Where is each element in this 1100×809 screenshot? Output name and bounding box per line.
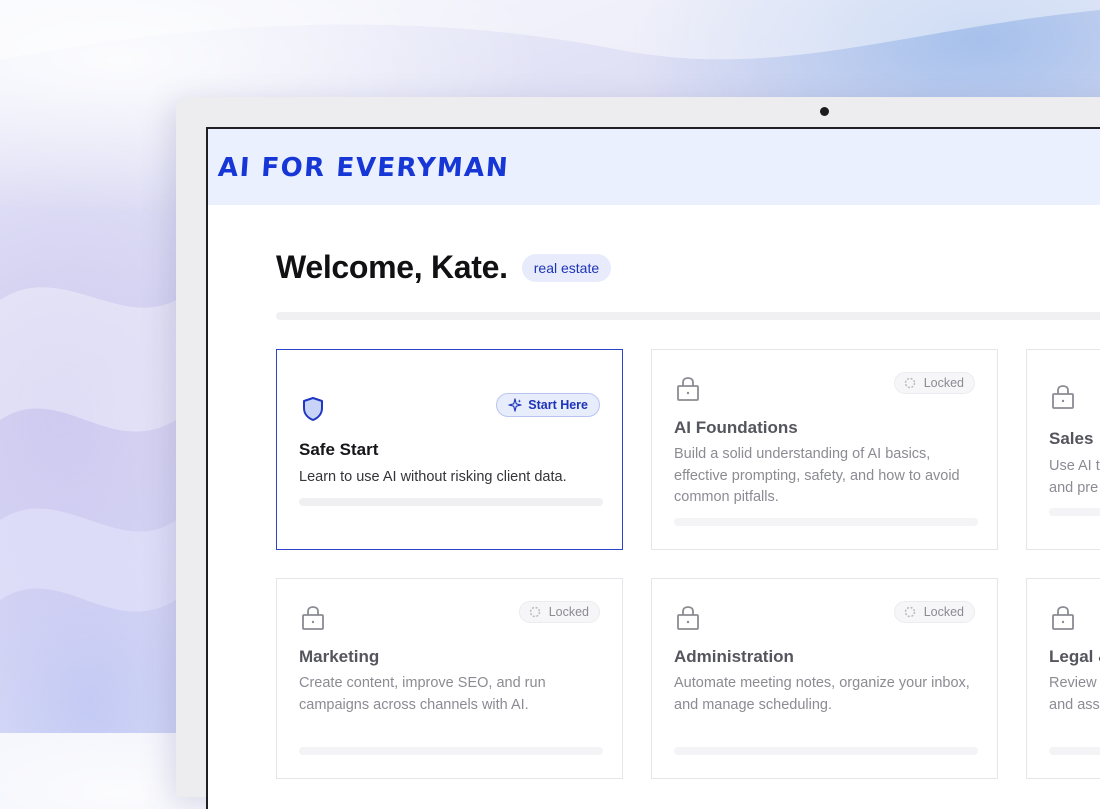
- lock-icon: [1052, 385, 1074, 409]
- module-card-marketing[interactable]: Locked Marketing Create content, improve…: [276, 578, 623, 779]
- laptop-frame: AI FOR EVERYMAN Welcome, Kate. real esta…: [176, 97, 1100, 809]
- module-progress-bar: [1049, 508, 1100, 516]
- page-title: Welcome, Kate.: [276, 249, 508, 285]
- overall-progress-bar: [276, 312, 1100, 320]
- locked-badge: Locked: [893, 601, 975, 623]
- module-description: Create content, improve SEO, and run cam…: [299, 675, 546, 713]
- module-progress-bar: [674, 747, 978, 755]
- module-title: Sales: [1049, 429, 1094, 448]
- loading-icon: [904, 377, 915, 389]
- industry-badge: real estate: [521, 253, 612, 282]
- loading-icon: [529, 606, 540, 618]
- locked-badge: Locked: [518, 601, 600, 623]
- module-description: Automate meeting notes, organize your in…: [674, 675, 970, 713]
- module-card-legal[interactable]: Legal & Review and ass: [1026, 578, 1100, 779]
- module-title: Safe Start: [299, 440, 379, 459]
- app-window: AI FOR EVERYMAN Welcome, Kate. real esta…: [206, 127, 1100, 809]
- module-title: Marketing: [299, 647, 380, 666]
- camera-dot: [820, 107, 829, 116]
- locked-label: Locked: [923, 605, 964, 619]
- lock-icon: [302, 606, 324, 630]
- module-title: AI Foundations: [674, 418, 798, 437]
- module-description: Build a solid understanding of AI basics…: [674, 446, 960, 505]
- lock-icon: [1052, 606, 1074, 630]
- locked-label: Locked: [923, 376, 964, 390]
- module-progress-bar: [1049, 747, 1100, 755]
- module-description: Use AI t and pre: [1049, 456, 1100, 499]
- module-description-line: and pre: [1049, 479, 1099, 496]
- app-logo[interactable]: AI FOR EVERYMAN: [217, 153, 510, 183]
- module-progress-bar: [674, 518, 978, 526]
- module-description-line: Review: [1049, 675, 1097, 691]
- start-here-badge[interactable]: Start Here: [496, 393, 600, 417]
- locked-label: Locked: [548, 605, 589, 619]
- module-description: Learn to use AI without risking client d…: [299, 469, 567, 485]
- app-header: AI FOR EVERYMAN: [208, 129, 1100, 205]
- module-progress-bar: [299, 498, 603, 506]
- module-description: Review and ass: [1049, 673, 1100, 716]
- dashboard: Welcome, Kate. real estate: [208, 249, 1100, 320]
- module-card-safe-start[interactable]: Start Here Safe Start Learn to use AI wi…: [276, 349, 623, 550]
- loading-icon: [904, 606, 915, 618]
- module-card-sales[interactable]: Sales Use AI t and pre: [1026, 349, 1100, 550]
- module-progress-bar: [299, 747, 603, 755]
- module-title: Administration: [674, 647, 794, 666]
- shield-icon: [303, 397, 323, 421]
- locked-badge: Locked: [893, 372, 975, 394]
- sparkle-icon: [508, 398, 522, 412]
- welcome-row: Welcome, Kate. real estate: [276, 249, 1100, 286]
- module-card-ai-foundations[interactable]: Locked AI Foundations Build a solid unde…: [651, 349, 998, 550]
- start-here-label: Start Here: [528, 398, 588, 412]
- lock-icon: [677, 606, 699, 630]
- module-title: Legal &: [1049, 647, 1100, 666]
- module-description-line: Use AI t: [1049, 458, 1100, 474]
- module-description-line: and ass: [1049, 696, 1100, 713]
- lock-icon: [677, 377, 699, 401]
- module-card-administration[interactable]: Locked Administration Automate meeting n…: [651, 578, 998, 779]
